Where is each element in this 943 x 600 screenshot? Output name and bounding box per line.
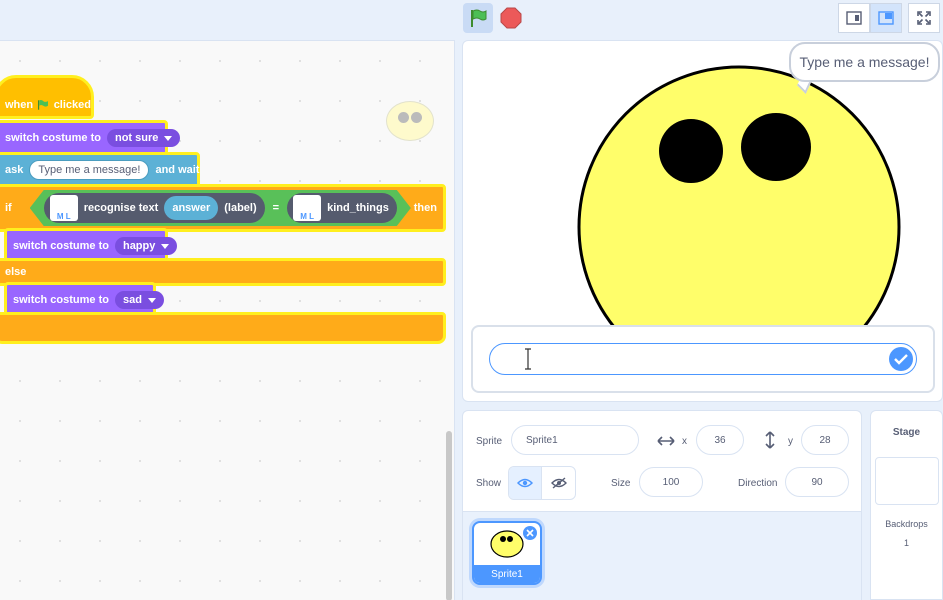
- stage-canvas[interactable]: Type me a message!: [462, 40, 943, 402]
- label-text: (label): [224, 202, 257, 214]
- stop-sign-icon: [500, 7, 522, 29]
- when-label: when: [5, 99, 34, 111]
- fullscreen-icon: [917, 11, 931, 25]
- normal-stage-button[interactable]: [870, 3, 902, 33]
- equals-operator[interactable]: M L recognise text answer (label) = M L …: [30, 190, 411, 226]
- switch-costume-label: switch costume to: [13, 294, 109, 306]
- hide-sprite-button[interactable]: [542, 467, 575, 499]
- ml-extension-icon: M L: [50, 195, 78, 221]
- stop-button[interactable]: [500, 7, 522, 29]
- text-cursor-icon: [525, 348, 531, 370]
- sprite-thumbnail: [490, 530, 524, 558]
- stage-size-toggle: [838, 3, 902, 33]
- and-wait-label: and wait: [155, 164, 200, 176]
- stage-selector[interactable]: Stage Backdrops 1: [870, 410, 943, 600]
- watermark-eye-left: [398, 112, 409, 123]
- fullscreen-wrap: [908, 3, 940, 33]
- y-input[interactable]: 28: [801, 425, 849, 455]
- backdrops-count: 1: [903, 538, 909, 548]
- chevron-down-icon: [147, 297, 156, 303]
- x-label: x: [682, 436, 687, 447]
- stage-thumbnail[interactable]: [875, 457, 939, 505]
- submit-answer-button[interactable]: [889, 347, 913, 371]
- when-flag-clicked-block[interactable]: when clicked: [0, 75, 94, 119]
- green-flag-button[interactable]: [463, 3, 493, 33]
- costume-dropdown[interactable]: not sure: [106, 129, 181, 147]
- direction-label: Direction: [738, 478, 778, 489]
- delete-sprite-button[interactable]: [523, 526, 537, 540]
- if-then-else-block[interactable]: if M L recognise text answer (label) = M…: [0, 184, 446, 232]
- x-input[interactable]: 36: [696, 425, 744, 455]
- speech-text: Type me a message!: [799, 54, 930, 70]
- eye-slash-icon: [550, 477, 567, 489]
- backdrops-label: Backdrops: [885, 519, 928, 529]
- vertical-arrows-icon: [765, 431, 775, 449]
- sprite-list: Sprite1: [463, 511, 861, 600]
- then-label: then: [413, 202, 437, 214]
- if-block-footer[interactable]: [0, 312, 446, 344]
- normal-stage-icon: [878, 11, 894, 25]
- small-stage-button[interactable]: [838, 3, 870, 33]
- eye-icon: [517, 478, 533, 488]
- switch-costume-label: switch costume to: [5, 132, 101, 144]
- chevron-down-icon: [161, 243, 170, 249]
- close-icon: [526, 529, 534, 537]
- ask-prompt-box: [471, 325, 935, 393]
- ask-label: ask: [5, 164, 24, 176]
- code-scrollbar[interactable]: [446, 431, 452, 600]
- costume-dropdown[interactable]: happy: [114, 237, 178, 255]
- sprite-tile-name: Sprite1: [474, 565, 540, 583]
- sprite-label: Sprite: [476, 436, 503, 447]
- sprite-info-pane: Sprite Sprite1 x 36 y 28 Show Size 100 D…: [462, 410, 862, 600]
- kind-things-reporter[interactable]: M L kind_things: [287, 193, 397, 223]
- switch-costume-label: switch costume to: [13, 240, 109, 252]
- answer-reporter[interactable]: answer: [164, 196, 218, 220]
- visibility-toggle: [508, 466, 576, 500]
- show-label: Show: [476, 478, 502, 489]
- costume-value: sad: [122, 294, 142, 306]
- clicked-label: clicked: [53, 99, 91, 111]
- chevron-down-icon: [164, 135, 173, 141]
- else-label: else: [5, 266, 27, 278]
- small-stage-icon: [846, 11, 862, 25]
- checkmark-icon: [894, 354, 908, 365]
- switch-costume-block[interactable]: switch costume to not sure: [0, 120, 181, 156]
- stage-title: Stage: [892, 427, 921, 438]
- ask-answer-input[interactable]: [489, 343, 917, 375]
- watermark-eye-right: [411, 112, 422, 123]
- ask-question-input[interactable]: Type me a message!: [29, 160, 150, 180]
- costume-value: not sure: [114, 132, 159, 144]
- size-label: Size: [611, 478, 631, 489]
- fullscreen-button[interactable]: [908, 3, 940, 33]
- show-sprite-button[interactable]: [509, 467, 543, 499]
- kind-things-label: kind_things: [327, 202, 389, 214]
- costume-value: happy: [122, 240, 156, 252]
- sprite-name-input[interactable]: Sprite1: [511, 425, 639, 455]
- green-flag-icon: [38, 100, 49, 110]
- if-label: if: [5, 202, 12, 214]
- speech-bubble: Type me a message!: [789, 42, 940, 82]
- ml-extension-icon: M L: [293, 195, 321, 221]
- recognise-text-reporter[interactable]: M L recognise text answer (label): [44, 193, 265, 223]
- horizontal-arrows-icon: [657, 436, 675, 446]
- sprite-tile[interactable]: Sprite1: [472, 521, 542, 585]
- size-input[interactable]: 100: [639, 467, 703, 497]
- ask-and-wait-block[interactable]: ask Type me a message! and wait: [0, 152, 200, 188]
- equals-sign: =: [272, 202, 280, 214]
- code-workspace[interactable]: when clicked switch costume to not sure …: [0, 40, 455, 600]
- costume-dropdown[interactable]: sad: [114, 291, 164, 309]
- recognise-text-label: recognise text: [83, 202, 159, 214]
- current-sprite-watermark: [386, 101, 434, 141]
- green-flag-icon: [471, 9, 487, 27]
- direction-input[interactable]: 90: [785, 467, 849, 497]
- y-label: y: [788, 436, 793, 447]
